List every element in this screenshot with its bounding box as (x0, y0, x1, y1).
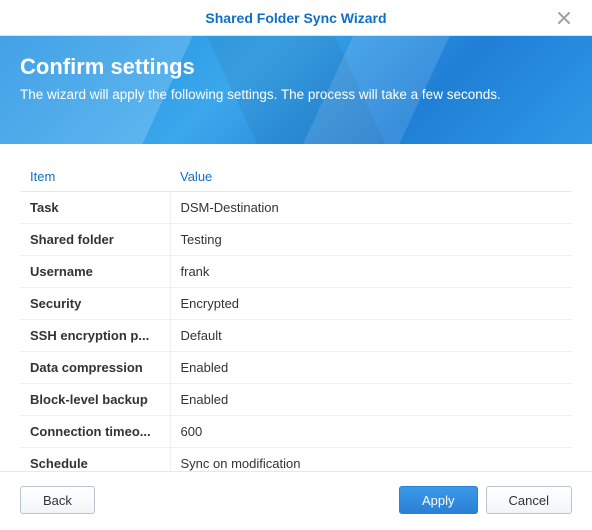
row-value: 600 (170, 416, 572, 448)
window-title: Shared Folder Sync Wizard (205, 10, 386, 26)
content-area: Item Value Task DSM-Destination Shared f… (0, 144, 592, 479)
row-value: Encrypted (170, 288, 572, 320)
banner-description: The wizard will apply the following sett… (20, 86, 540, 104)
titlebar: Shared Folder Sync Wizard (0, 0, 592, 36)
table-row: Security Encrypted (20, 288, 572, 320)
table-row: Username frank (20, 256, 572, 288)
row-item: Username (20, 256, 170, 288)
row-item: Shared folder (20, 224, 170, 256)
wizard-banner: Confirm settings The wizard will apply t… (0, 36, 592, 144)
row-value: frank (170, 256, 572, 288)
table-row: Task DSM-Destination (20, 192, 572, 224)
row-item: Task (20, 192, 170, 224)
table-row: SSH encryption p... Default (20, 320, 572, 352)
row-item: SSH encryption p... (20, 320, 170, 352)
table-header-row: Item Value (20, 162, 572, 192)
row-value: Default (170, 320, 572, 352)
header-value: Value (170, 162, 572, 192)
row-item: Block-level backup (20, 384, 170, 416)
table-row: Connection timeo... 600 (20, 416, 572, 448)
cancel-button[interactable]: Cancel (486, 486, 572, 514)
table-row: Data compression Enabled (20, 352, 572, 384)
table-row: Block-level backup Enabled (20, 384, 572, 416)
row-value: Testing (170, 224, 572, 256)
back-button[interactable]: Back (20, 486, 95, 514)
table-row: Shared folder Testing (20, 224, 572, 256)
banner-heading: Confirm settings (20, 54, 572, 80)
row-item: Security (20, 288, 170, 320)
apply-button[interactable]: Apply (399, 486, 478, 514)
settings-table: Item Value Task DSM-Destination Shared f… (20, 162, 572, 479)
footer: Back Apply Cancel (0, 471, 592, 530)
row-item: Connection timeo... (20, 416, 170, 448)
row-value: Enabled (170, 384, 572, 416)
row-value: DSM-Destination (170, 192, 572, 224)
row-item: Data compression (20, 352, 170, 384)
row-value: Enabled (170, 352, 572, 384)
close-icon[interactable] (546, 0, 582, 36)
header-item: Item (20, 162, 170, 192)
